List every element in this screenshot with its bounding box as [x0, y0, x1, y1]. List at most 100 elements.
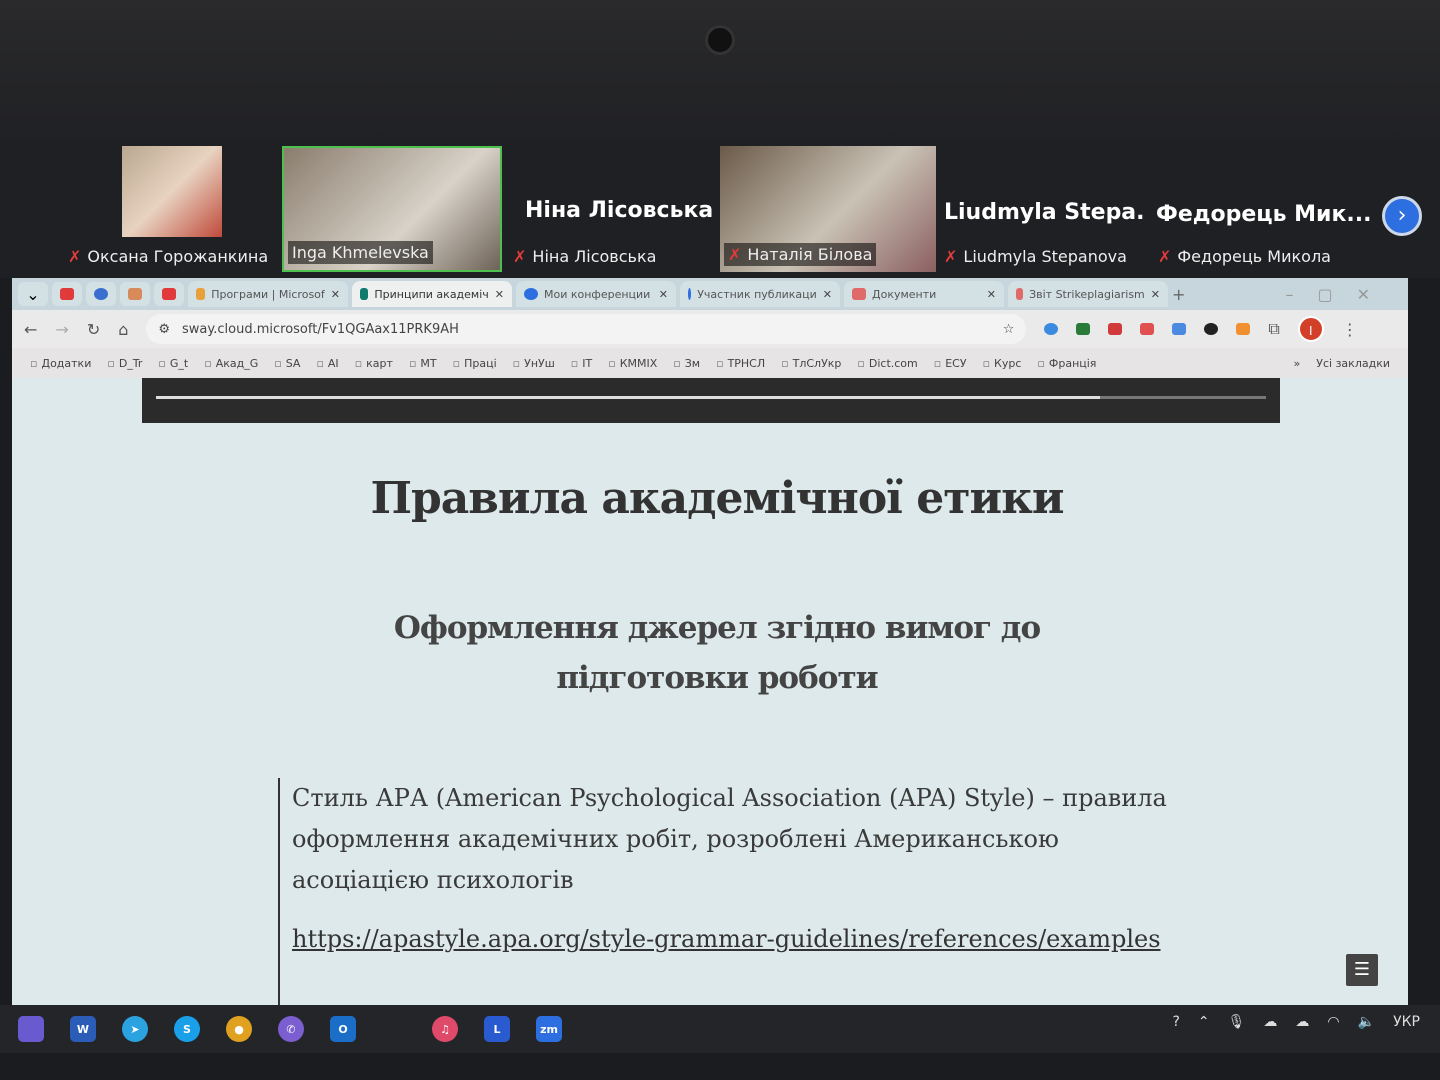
extension-icon[interactable] — [1076, 323, 1091, 335]
volume-icon[interactable]: 🔈 — [1358, 1014, 1375, 1030]
bookmark-item[interactable]: ▫ Праці — [453, 357, 497, 370]
back-icon[interactable]: ← — [24, 320, 37, 339]
participant-tile[interactable]: ✗ Оксана Горожанкина — [60, 146, 280, 272]
chevron-up-icon[interactable]: ⌃ — [1198, 1014, 1210, 1030]
zoom-taskbar-icon[interactable]: zm — [536, 1016, 562, 1042]
language-indicator[interactable]: УКР — [1393, 1014, 1420, 1030]
bookmark-label: ТРНСЛ — [727, 356, 766, 370]
menu-dots-icon[interactable]: ⋮ — [1342, 320, 1358, 339]
music-icon[interactable]: ♫ — [432, 1016, 458, 1042]
app-l-icon[interactable]: L — [484, 1016, 510, 1042]
pinned-tab[interactable] — [52, 282, 82, 306]
tab[interactable]: Документи ✕ — [844, 281, 1004, 307]
tab-label: Програми | Microsof — [211, 287, 325, 301]
participant-tile-active[interactable]: Inga Khmelevska — [282, 146, 502, 272]
pinned-tab[interactable] — [154, 282, 184, 306]
participant-tile[interactable]: Ніна Лісовська ✗ Ніна Лісовська — [505, 146, 715, 272]
participant-tile[interactable]: Федорець Мик... ✗ Федорець Микола — [1150, 146, 1370, 272]
tab-active[interactable]: Принципи академіч ✕ — [352, 281, 512, 307]
copilot-icon[interactable] — [18, 1016, 44, 1042]
translate-icon[interactable] — [1172, 323, 1187, 335]
all-bookmarks-button[interactable]: Усі закладки — [1316, 357, 1390, 370]
tab[interactable]: Участник публикаци ✕ — [680, 281, 840, 307]
slide-subtitle: Оформлення джерел згідно вимог до підгот… — [393, 610, 1041, 696]
bookmark-item[interactable]: ▫ карт — [355, 357, 393, 370]
pinned-tab[interactable] — [86, 282, 116, 306]
browser-window: ⌄ Програми | Microsof ✕ Принципи академіч… — [12, 278, 1408, 1005]
tab[interactable]: Програми | Microsof ✕ — [188, 281, 348, 307]
zoom-participant-strip: ✗ Оксана Горожанкина Inga Khmelevska Ніна… — [0, 140, 1440, 278]
tab[interactable]: Звіт Strikeplagiarism ✕ — [1008, 281, 1168, 307]
bookmark-star-icon[interactable]: ☆ — [1003, 322, 1015, 337]
new-tab-button[interactable]: + — [1172, 285, 1185, 304]
bookmark-item[interactable]: ▫ МТ — [409, 357, 437, 370]
bookmark-item[interactable]: ▫ Акад_G — [204, 357, 258, 370]
bookmark-item[interactable]: ▫ ІТ — [571, 357, 592, 370]
close-tab-icon[interactable]: ✕ — [331, 288, 340, 301]
window-controls[interactable]: –▢✕ — [1285, 285, 1394, 304]
help-icon[interactable]: ? — [1172, 1014, 1179, 1030]
bookmark-label: ТлСлУкр — [792, 356, 842, 370]
bookmark-item[interactable]: ▫ Dict.com — [857, 357, 917, 370]
bookmark-item[interactable]: ▫ Додатки — [30, 357, 91, 370]
bookmark-label: Франція — [1048, 356, 1097, 370]
bookmark-item[interactable]: ▫ G_t — [158, 357, 188, 370]
bookmark-item[interactable]: ▫ ЕСУ — [934, 357, 967, 370]
close-tab-icon[interactable]: ✕ — [659, 288, 668, 301]
next-participants-button[interactable]: › — [1382, 196, 1422, 236]
extension-icon[interactable] — [1044, 323, 1059, 335]
skype-icon[interactable]: S — [174, 1016, 200, 1042]
close-tab-icon[interactable]: ✕ — [823, 288, 832, 301]
word-icon[interactable]: W — [70, 1016, 96, 1042]
reload-icon[interactable]: ↻ — [87, 320, 100, 339]
close-tab-icon[interactable]: ✕ — [495, 288, 504, 301]
wifi-icon[interactable]: ◠ — [1327, 1014, 1339, 1030]
tab-label: Документи — [872, 287, 937, 301]
bookmark-item[interactable]: ▫ УнУш — [513, 357, 555, 370]
cloud-icon[interactable]: ☁ — [1295, 1014, 1309, 1030]
home-icon[interactable]: ⌂ — [118, 320, 128, 339]
chrome-icon[interactable]: ● — [226, 1016, 252, 1042]
presentation-header — [142, 378, 1280, 423]
bookmark-item[interactable]: ▫ КММІХ — [608, 357, 657, 370]
mic-muted-icon: ✗ — [1158, 247, 1172, 266]
microphone-icon[interactable]: 🎙 — [1228, 1014, 1246, 1030]
telegram-icon[interactable]: ➤ — [122, 1016, 148, 1042]
tab[interactable]: Мои конференции ✕ — [516, 281, 676, 307]
close-tab-icon[interactable]: ✕ — [987, 288, 996, 301]
bookmark-item[interactable]: ▫ SA — [274, 357, 300, 370]
bookmark-item[interactable]: ▫ Курс — [983, 357, 1022, 370]
chevron-right-icon: › — [1397, 203, 1407, 228]
profile-avatar[interactable]: I — [1297, 316, 1324, 342]
bookmark-icon: ▫ — [274, 356, 282, 370]
pinned-tab[interactable] — [120, 282, 150, 306]
outlook-icon[interactable]: O — [330, 1016, 356, 1042]
webcam — [705, 25, 735, 55]
bookmark-item[interactable]: ▫ Франція — [1037, 357, 1096, 370]
bookmark-label: ЕСУ — [945, 356, 967, 370]
site-info-icon[interactable]: ⚙ — [158, 322, 170, 337]
bookmark-item[interactable]: ▫ D_Tr — [107, 357, 142, 370]
monitor-bezel — [0, 0, 1440, 140]
more-bookmarks-button[interactable]: » — [1294, 357, 1301, 370]
bookmark-item[interactable]: ▫ Зм — [673, 357, 700, 370]
address-bar[interactable]: ⚙ sway.cloud.microsoft/Fv1QGAax11PRK9AH ☆ — [146, 314, 1027, 344]
bookmark-icon: ▫ — [781, 356, 789, 370]
extension-icon[interactable] — [1108, 323, 1123, 335]
bookmark-item[interactable]: ▫ AI — [316, 357, 338, 370]
onedrive-icon[interactable]: ☁ — [1263, 1014, 1277, 1030]
tab-search-button[interactable]: ⌄ — [18, 282, 48, 306]
participant-tile[interactable]: ✗ Наталія Білова — [720, 146, 936, 272]
extensions-puzzle-icon[interactable]: ⧉ — [1268, 319, 1279, 339]
viber-icon[interactable]: ✆ — [278, 1016, 304, 1042]
participant-tile[interactable]: Liudmyla Stepa... ✗ Liudmyla Stepanova — [936, 146, 1146, 272]
extension-icon[interactable] — [1140, 323, 1155, 335]
bookmark-item[interactable]: ▫ ТлСлУкр — [781, 357, 841, 370]
bookmark-item[interactable]: ▫ ТРНСЛ — [716, 357, 765, 370]
forward-icon[interactable]: → — [55, 320, 68, 339]
apa-link[interactable]: https://apastyle.apa.org/style-grammar-g… — [292, 919, 1178, 960]
close-tab-icon[interactable]: ✕ — [1151, 288, 1160, 301]
navigation-menu-button[interactable]: ☰ — [1346, 954, 1378, 986]
extension-icon[interactable] — [1204, 323, 1219, 335]
extension-icon[interactable] — [1236, 323, 1251, 335]
